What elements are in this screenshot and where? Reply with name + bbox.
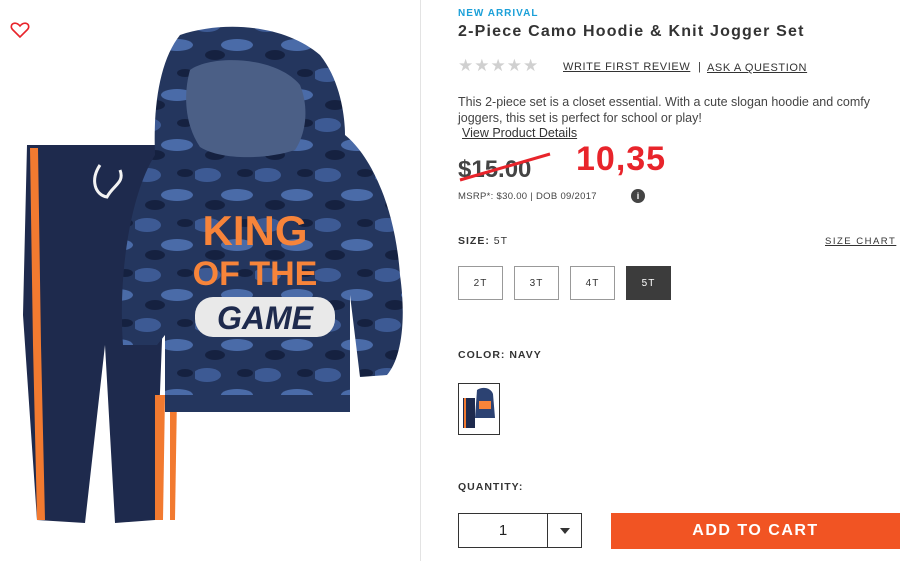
rating-stars: ★ ★ ★ ★ ★ [458, 57, 538, 75]
ask-question-link[interactable]: ASK A QUESTION [707, 62, 807, 74]
write-review-link[interactable]: WRITE FIRST REVIEW [563, 61, 690, 73]
product-title: 2-Piece Camo Hoodie & Knit Jogger Set [458, 23, 805, 40]
quantity-value[interactable]: 1 [459, 514, 548, 547]
product-photo: KING OF THE GAME [23, 26, 403, 523]
size-label-text: SIZE: [458, 235, 490, 247]
product-image-panel: KING OF THE GAME [0, 0, 420, 561]
msrp-dob-line: MSRP*: $30.00 | DOB 09/2017 [458, 191, 597, 202]
size-option-4t[interactable]: 4T [570, 266, 615, 300]
view-details-link[interactable]: View Product Details [462, 126, 577, 140]
chevron-down-icon[interactable] [548, 514, 581, 547]
color-label: COLOR: NAVY [458, 349, 542, 361]
new-arrival-badge: NEW ARRIVAL [458, 8, 539, 19]
star-icon: ★ [506, 56, 522, 75]
swatch-thumbnail [463, 387, 495, 428]
quantity-select[interactable]: 1 [458, 513, 582, 548]
hoodie-slogan-line-2: OF THE [193, 255, 318, 293]
size-option-2t[interactable]: 2T [458, 266, 503, 300]
product-description: This 2-piece set is a closet essential. … [458, 95, 871, 125]
panel-divider [420, 0, 421, 561]
link-separator: | [698, 61, 701, 73]
price-strike-mark [459, 152, 551, 182]
size-selected-value: 5T [493, 235, 509, 247]
star-icon: ★ [523, 56, 539, 75]
info-icon[interactable]: i [631, 189, 645, 203]
size-chart-link[interactable]: SIZE CHART [825, 236, 896, 247]
star-icon: ★ [474, 56, 490, 75]
quantity-label: QUANTITY: [458, 481, 524, 493]
size-label: SIZE: 5T [458, 235, 508, 247]
color-swatch-navy[interactable] [458, 383, 500, 435]
hoodie-slogan-line-1: KING [203, 207, 308, 254]
add-to-cart-button[interactable]: ADD TO CART [611, 513, 900, 549]
product-info-panel: NEW ARRIVAL 2-Piece Camo Hoodie & Knit J… [458, 0, 900, 561]
handwritten-price: 10,35 [576, 140, 667, 178]
size-option-3t[interactable]: 3T [514, 266, 559, 300]
hoodie-slogan-line-3: GAME [217, 300, 315, 336]
star-icon: ★ [490, 56, 506, 75]
star-icon: ★ [458, 56, 474, 75]
size-option-5t[interactable]: 5T [626, 266, 671, 300]
